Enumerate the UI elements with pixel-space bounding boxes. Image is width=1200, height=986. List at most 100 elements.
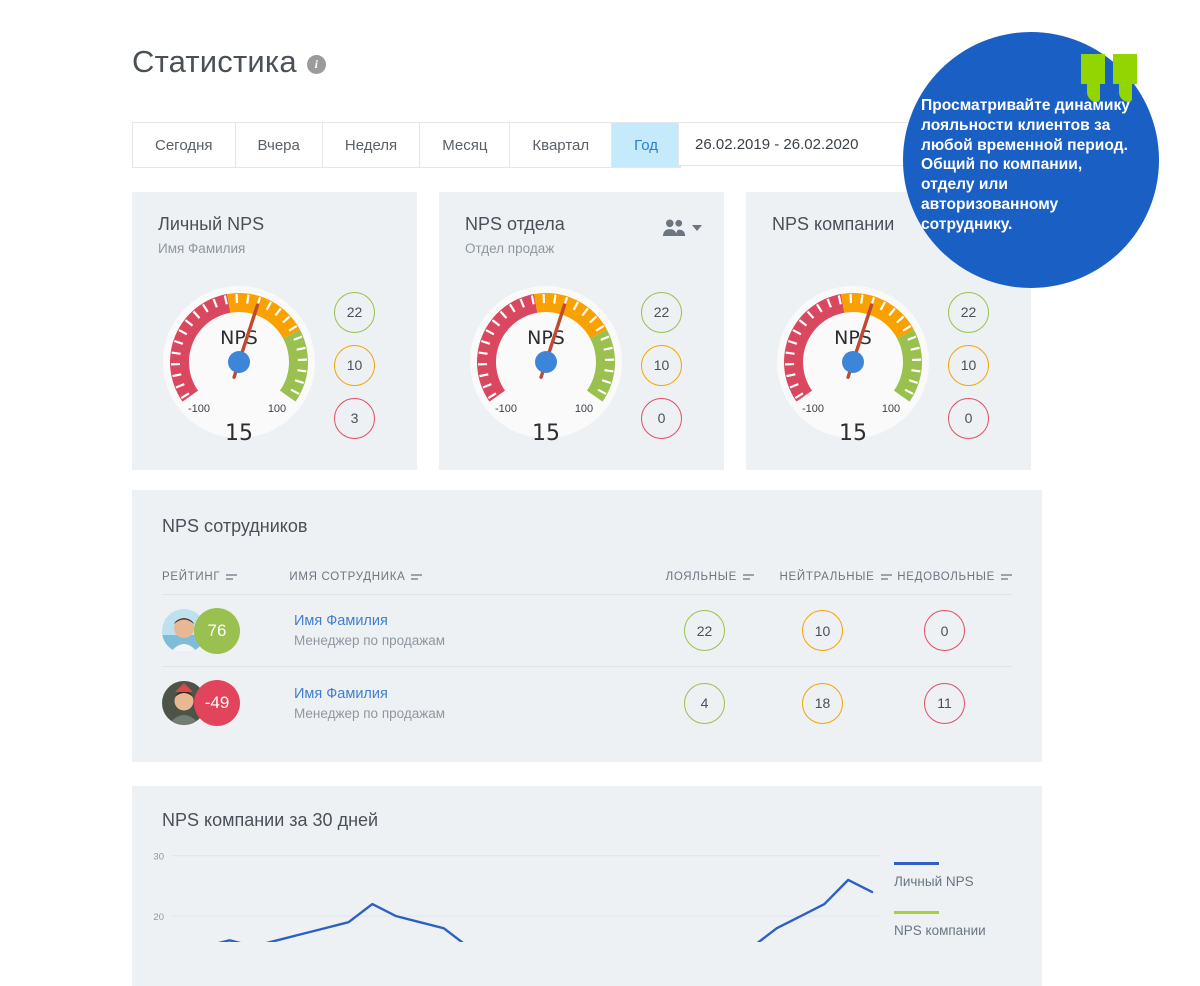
stat-circle: 22 [334,292,375,333]
nps-gauge: NPS-10010015 [154,280,324,450]
column-header-4[interactable]: НЕДОВОЛЬНЫЕ [897,571,1012,583]
sort-icon[interactable] [881,574,892,579]
gauge-card-subtitle: Отдел продаж [465,241,565,256]
sort-icon[interactable] [1001,574,1012,579]
employee-role: Менеджер по продажам [294,633,684,648]
legend-item-1[interactable]: NPS компании [894,911,1024,938]
period-tab-label: Неделя [345,137,397,154]
score-badge: 76 [194,608,240,654]
column-header-1[interactable]: ИМЯ СОТРУДНИКА [289,571,665,583]
gauge-card-header: NPS отдела Отдел продаж [465,214,702,256]
stat-circle: 22 [641,292,682,333]
gauge-stat-circles: 22103 [334,292,375,439]
rating-cell: 76 [162,608,294,654]
period-tab-1[interactable]: Вчера [236,123,323,167]
period-tab-3[interactable]: Месяц [420,123,510,167]
people-selector[interactable] [661,214,702,237]
stat-circle: 0 [641,398,682,439]
stat-circle: 4 [684,683,725,724]
employee-name-cell: Имя Фамилия Менеджер по продажам [294,686,684,721]
nps-gauge-card-1: NPS отделаОтдел продажNPS-1001001522100 [439,192,724,470]
gauge-card-title: Личный NPS [158,214,264,236]
gauge-stat-circles: 22100 [948,292,989,439]
employee-name-link[interactable]: Имя Фамилия [294,613,684,629]
column-header-label: ИМЯ СОТРУДНИКА [289,571,405,583]
sort-icon[interactable] [743,574,754,579]
stat-circle: 0 [924,610,965,651]
gauge-body: NPS-1001001522100 [768,280,989,450]
page-title: Статистика [132,46,297,77]
sort-icon[interactable] [226,574,237,579]
gauge-card-header: Личный NPS Имя Фамилия [158,214,395,256]
gauge-body: NPS-1001001522103 [154,280,375,450]
period-tab-4[interactable]: Квартал [510,123,612,167]
svg-text:NPS: NPS [834,327,872,349]
nps-gauge: NPS -100 100 15 [461,280,631,450]
rating-cell: -49 [162,680,294,726]
employees-nps-card: NPS сотрудников РЕЙТИНГ ИМЯ СОТРУДНИКА ЛОЯ… [132,490,1042,762]
gauge-card-subtitle: Имя Фамилия [158,241,264,256]
stat-circle: 10 [641,345,682,386]
period-tab-0[interactable]: Сегодня [133,123,236,167]
table-row[interactable]: 76Имя ФамилияМенеджер по продажам22100 [162,595,1012,667]
stat-circle: 10 [334,345,375,386]
table-row[interactable]: -49Имя Фамилия Менеджер по продажам4 18 11 [162,667,1012,739]
neutral-cell: 10 [802,610,924,651]
column-header-label: РЕЙТИНГ [162,571,220,583]
period-tab-2[interactable]: Неделя [323,123,420,167]
period-tab-label: Вчера [258,137,300,154]
stat-circle: 18 [802,683,843,724]
gauge-max-label: 100 [575,403,593,415]
employee-name-cell: Имя Фамилия Менеджер по продажам [294,613,684,648]
period-tab-label: Квартал [532,137,589,154]
gauge-min-label: -100 [495,403,517,415]
loyal-cell: 4 [684,683,802,724]
sort-icon[interactable] [411,574,422,579]
stat-circle: 11 [924,683,965,724]
gauge-card-title: NPS отдела [465,214,565,236]
chart-line-personal-nps [182,880,872,942]
gauge-min-label: -100 [188,403,210,415]
chart-legend: Личный NPS NPS компании [894,862,1024,960]
nps-line-chart: 2030 [150,852,880,942]
period-tab-label: Год [634,137,658,154]
employees-table-body: 76Имя ФамилияМенеджер по продажам22100-4… [162,595,1012,739]
period-tab-5[interactable]: Год [612,123,680,167]
date-range-picker[interactable]: 26.02.2019 - 26.02.2020 [678,122,940,166]
info-icon[interactable]: i [307,55,326,74]
employees-card-title: NPS сотрудников [162,516,1012,537]
date-range-value: 26.02.2019 - 26.02.2020 [695,136,858,153]
gauge-value: 15 [768,421,938,446]
gauge-min-label: -100 [802,403,824,415]
gauge-value: 15 [461,421,631,446]
svg-text:NPS: NPS [220,327,258,349]
gauge-max-label: 100 [882,403,900,415]
legend-item-0[interactable]: Личный NPS [894,862,1024,889]
quote-mark-icon [1081,54,1137,102]
people-icon [661,218,687,237]
promo-bubble: Просматривайте динамику лояльности клиен… [903,32,1159,288]
column-header-3[interactable]: НЕЙТРАЛЬНЫЕ [780,571,898,583]
column-header-label: ЛОЯЛЬНЫЕ [666,571,737,583]
legend-label: Личный NPS [894,874,1024,889]
column-header-2[interactable]: ЛОЯЛЬНЫЕ [666,571,780,583]
nps-gauge-card-0: Личный NPSИмя ФамилияNPS-1001001522103 [132,192,417,470]
stat-circle: 10 [802,610,843,651]
chart-title: NPS компании за 30 дней [162,810,1012,831]
chart-plot-area: 2030 [150,852,880,942]
employee-role: Менеджер по продажам [294,706,684,721]
employee-name-link[interactable]: Имя Фамилия [294,686,684,702]
svg-text:NPS: NPS [527,327,565,349]
column-header-0[interactable]: РЕЙТИНГ [162,571,289,583]
stat-circle: 0 [948,398,989,439]
column-header-label: НЕЙТРАЛЬНЫЕ [780,571,875,583]
promo-bubble-text: Просматривайте динамику лояльности клиен… [921,96,1137,235]
angry-cell: 0 [924,610,965,651]
column-header-label: НЕДОВОЛЬНЫЕ [897,571,995,583]
period-tab-label: Сегодня [155,137,213,154]
y-axis-tick-label: 20 [153,912,164,923]
legend-color-swatch [894,862,939,865]
nps-gauge: NPS -100 100 15 [768,280,938,450]
angry-cell: 11 [924,683,965,724]
stat-circle: 10 [948,345,989,386]
